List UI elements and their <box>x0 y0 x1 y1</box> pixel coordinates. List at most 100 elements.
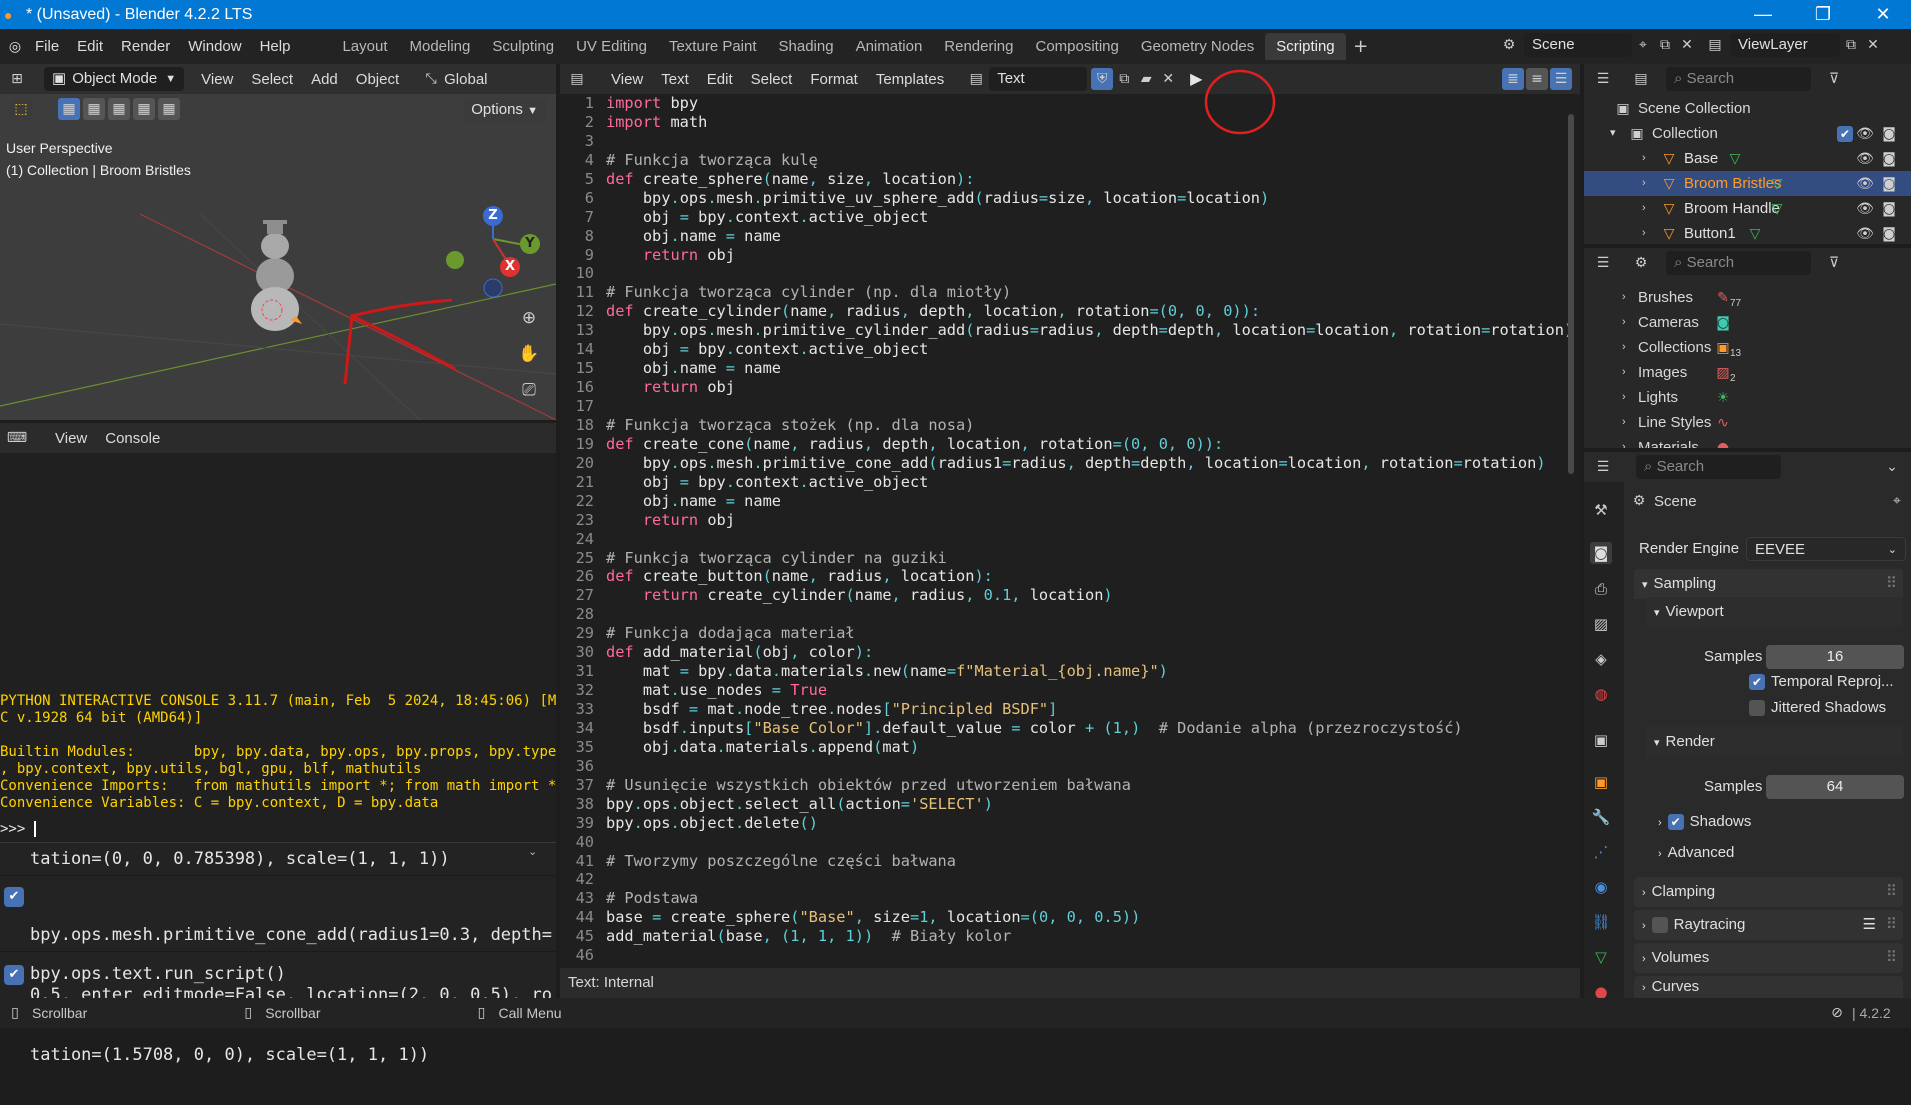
render-subpanel-header[interactable]: ▾ Render <box>1646 727 1903 757</box>
viewport-menu-object[interactable]: Object <box>347 71 408 88</box>
minimize-button[interactable]: — <box>1735 0 1791 29</box>
editor-menu-edit[interactable]: Edit <box>698 71 742 88</box>
advanced-row[interactable]: › Advanced <box>1658 844 1734 861</box>
menu-edit[interactable]: Edit <box>68 38 112 55</box>
viewport-options-button[interactable]: Options ▼ <box>463 98 546 122</box>
clamping-panel-header[interactable]: › Clamping ⠿ <box>1634 877 1903 907</box>
drag-handle-icon[interactable]: ⠿ <box>1886 943 1897 973</box>
menu-window[interactable]: Window <box>179 38 250 55</box>
code-line[interactable]: 27 return create_cylinder(name, radius, … <box>560 586 1570 605</box>
output-tab-icon[interactable]: ⎙ <box>1590 578 1612 600</box>
scene-collection-row[interactable]: ▣ Scene Collection <box>1584 96 1911 121</box>
new-text-icon[interactable]: ⧉ <box>1113 68 1135 90</box>
data-tab-icon[interactable]: ▽ <box>1590 946 1612 968</box>
properties-editor-type-icon[interactable]: ☰ <box>1592 456 1614 478</box>
editor-menu-text[interactable]: Text <box>652 71 698 88</box>
visibility-eye-icon[interactable]: 👁 <box>1854 173 1876 195</box>
code-line[interactable]: 40 <box>560 833 1570 852</box>
code-line[interactable]: 2 import math <box>560 113 1570 132</box>
gizmo-y-button[interactable]: Y <box>520 234 540 254</box>
collection-tab-icon[interactable]: ▣ <box>1590 729 1612 751</box>
blender-menu-icon[interactable]: ◎ <box>4 36 26 58</box>
select-new-icon[interactable]: ▦ <box>58 98 80 120</box>
maximize-button[interactable]: ❐ <box>1795 0 1851 29</box>
blendfile-display-mode-icon[interactable]: ⚙ <box>1630 252 1652 274</box>
info-log-item[interactable]: bpy.ops.mesh.primitive_cone_add(radius1=… <box>30 885 552 1105</box>
blend-file-browser[interactable]: ☰ ⚙ ⌕ Search ⊽ › Brushes ✎ 77 › Cameras ◙ › Coll… <box>1584 248 1911 448</box>
transform-orientation[interactable]: Global <box>442 71 496 88</box>
chevron-down-icon[interactable]: ⌄ <box>1881 456 1903 478</box>
new-viewlayer-icon[interactable]: ⧉ <box>1840 34 1862 56</box>
3d-viewport[interactable]: ⊞ ▣ Object Mode ▼ View Select Add Object ⤡… <box>0 64 556 420</box>
scene-tab-icon[interactable]: ◈ <box>1590 648 1612 670</box>
menu-file[interactable]: File <box>26 38 68 55</box>
code-line[interactable]: 9 return obj <box>560 246 1570 265</box>
mesh-data-icon[interactable]: ▽ <box>1744 223 1766 245</box>
render-engine-select[interactable]: EEVEE ⌄ <box>1746 537 1906 561</box>
line-numbers-icon[interactable]: ≣ <box>1502 68 1524 90</box>
open-text-folder-icon[interactable]: ▰ <box>1135 68 1157 90</box>
pin-icon[interactable]: ⌖ <box>1886 490 1908 512</box>
blendfile-editor-type-icon[interactable]: ☰ <box>1592 252 1614 274</box>
editor-scrollbar[interactable] <box>1568 114 1574 474</box>
code-line[interactable]: 1 import bpy <box>560 94 1570 113</box>
new-scene-icon[interactable]: ⧉ <box>1654 34 1676 56</box>
expand-icon[interactable]: › <box>1642 221 1658 244</box>
code-line[interactable]: 46 <box>560 946 1570 965</box>
filter-icon[interactable]: ⊽ <box>1823 68 1845 90</box>
text-datablock-name[interactable]: Text <box>989 67 1088 91</box>
exclude-checkbox[interactable]: ✔ <box>1837 125 1853 142</box>
tab-geometry-nodes[interactable]: Geometry Nodes <box>1130 33 1265 60</box>
code-line[interactable]: 6 bpy.ops.mesh.primitive_uv_sphere_add(r… <box>560 189 1570 208</box>
delete-viewlayer-icon[interactable]: ✕ <box>1862 34 1884 56</box>
particles-tab-icon[interactable]: ⋰ <box>1590 841 1612 863</box>
code-line[interactable]: 16 return obj <box>560 378 1570 397</box>
code-line[interactable]: 45 add_material(base, (1, 1, 1)) # Biały … <box>560 927 1570 946</box>
render-samples-field[interactable]: 64 <box>1766 775 1904 799</box>
blendfile-item[interactable]: › Line Styles ∿ <box>1584 410 1911 435</box>
code-line[interactable]: 43 # Podstawa <box>560 889 1570 908</box>
code-line[interactable]: 14 obj = bpy.context.active_object <box>560 340 1570 359</box>
sampling-panel-header[interactable]: ▾ Sampling ⠿ <box>1634 569 1903 599</box>
close-button[interactable]: ✕ <box>1855 0 1911 29</box>
mesh-data-icon[interactable]: ▽ <box>1766 173 1788 195</box>
tab-compositing[interactable]: Compositing <box>1025 33 1130 60</box>
constraints-tab-icon[interactable]: ⛓ <box>1590 911 1612 933</box>
drag-handle-icon[interactable]: ⠿ <box>1886 877 1897 907</box>
mesh-data-icon[interactable]: ▽ <box>1766 198 1788 220</box>
volumes-panel-header[interactable]: › Volumes ⠿ <box>1634 943 1903 973</box>
render-camera-icon[interactable]: ◙ <box>1878 198 1900 220</box>
code-line[interactable]: 17 <box>560 397 1570 416</box>
tab-sculpting[interactable]: Sculpting <box>481 33 565 60</box>
outliner-item-button1[interactable]: › ▽ Button1 ▽ 👁 ◙ <box>1584 221 1911 244</box>
blendfile-item[interactable]: › Collections ▣ 13 <box>1584 335 1911 360</box>
zoom-icon[interactable]: ⊕ <box>515 304 543 332</box>
transform-orientation-icon[interactable]: ⤡ <box>420 68 442 90</box>
code-line[interactable]: 33 bsdf = mat.node_tree.nodes["Principle… <box>560 700 1570 719</box>
expand-icon[interactable]: ▾ <box>1610 121 1626 146</box>
code-line[interactable]: 44 base = create_sphere("Base", size=1, l… <box>560 908 1570 927</box>
code-line[interactable]: 41 # Tworzymy poszczególne części bałwana <box>560 852 1570 871</box>
run-script-play-icon[interactable]: ▶ <box>1185 68 1207 90</box>
tab-uv-editing[interactable]: UV Editing <box>565 33 658 60</box>
code-line[interactable]: 23 return obj <box>560 511 1570 530</box>
expand-icon[interactable]: › <box>1622 310 1638 335</box>
info-log[interactable]: tation=(0, 0, 0.785398), scale=(1, 1, 1)… <box>0 842 556 1065</box>
render-camera-icon[interactable]: ◙ <box>1878 148 1900 170</box>
viewlayer-icon[interactable]: ▤ <box>1704 34 1726 56</box>
gizmo-z-button[interactable]: Z <box>483 206 503 226</box>
properties-editor[interactable]: ☰ ⌕ Search ⌄ ⚙ Scene ⌖ Render Engine EEV… <box>1584 452 1911 998</box>
blendfile-item[interactable]: › Materials ● <box>1584 435 1911 448</box>
select-intersect-icon[interactable]: ▦ <box>158 98 180 120</box>
info-checkmark-icon[interactable]: ✔ <box>4 887 24 907</box>
code-line[interactable]: 15 obj.name = name <box>560 359 1570 378</box>
camera-view-icon[interactable]: ⎚ <box>515 376 543 404</box>
code-area[interactable]: 1 import bpy 2 import math 3 4 # Funkcja twor… <box>560 94 1570 966</box>
visibility-eye-icon[interactable]: 👁 <box>1854 148 1876 170</box>
console-menu-console[interactable]: Console <box>96 430 169 447</box>
list-presets-icon[interactable]: ☰ <box>1863 910 1876 940</box>
editor-menu-format[interactable]: Format <box>801 71 867 88</box>
info-checkmark-icon[interactable]: ✔ <box>4 965 24 985</box>
outliner-item-broom-bristles[interactable]: › ▽ Broom Bristles ▽ 👁 ◙ <box>1584 171 1911 196</box>
code-line[interactable]: 12 def create_cylinder(name, radius, dept… <box>560 302 1570 321</box>
